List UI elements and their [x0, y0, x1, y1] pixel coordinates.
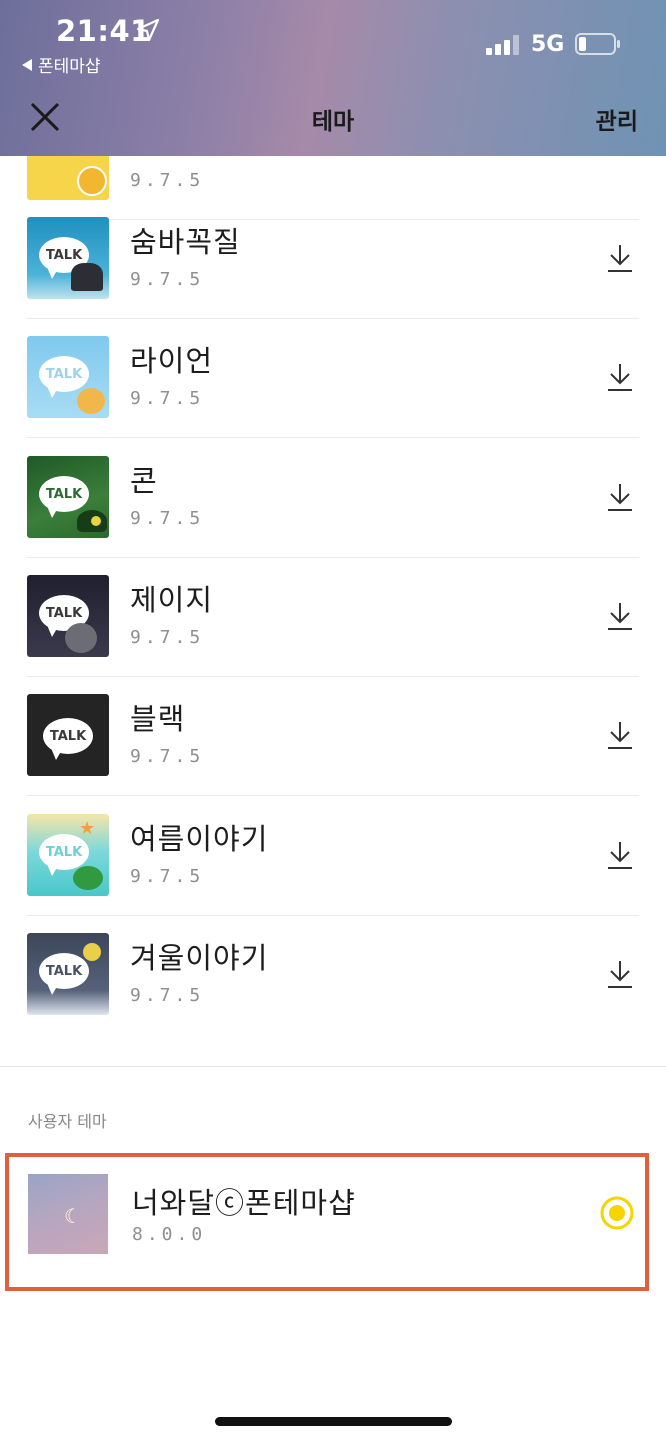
location-arrow-icon: [136, 18, 160, 42]
back-arrow-icon: [22, 58, 32, 71]
theme-row-hide-and-seek[interactable]: TALK 숨바꼭질 9.7.5: [0, 199, 666, 319]
theme-name: 겨울이야기: [130, 941, 269, 975]
theme-row-jayg[interactable]: TALK 제이지 9.7.5: [0, 557, 666, 677]
bubble-tail: [51, 748, 63, 760]
theme-thumbnail: TALK: [27, 336, 109, 418]
user-theme-section-label: 사용자 테마: [28, 1112, 107, 1131]
theme-version: 9.7.5: [130, 508, 205, 529]
signal-icon: [486, 35, 519, 55]
manage-button[interactable]: 관리: [596, 102, 638, 136]
theme-name: 라이언: [130, 344, 214, 378]
download-icon[interactable]: [606, 362, 634, 392]
download-icon[interactable]: [606, 720, 634, 750]
character-icon: [77, 510, 107, 532]
character-icon: [73, 866, 103, 890]
theme-version: 9.7.5: [130, 746, 205, 767]
theme-row-black[interactable]: TALK 블랙 9.7.5: [0, 676, 666, 796]
theme-name: 여름이야기: [130, 822, 269, 856]
theme-version: 9.7.5: [130, 269, 205, 290]
header-bar: 21:41 폰테마샵 5G 테마 관리: [0, 0, 666, 156]
theme-name: 콘: [130, 464, 158, 498]
theme-thumbnail: TALK: [27, 217, 109, 299]
theme-thumbnail: TALK: [27, 694, 109, 776]
bubble-tail: [47, 625, 59, 637]
character-eye: [91, 516, 101, 526]
character-icon: [83, 943, 101, 961]
back-to-app[interactable]: 폰테마샵: [22, 52, 101, 77]
character-icon: [71, 263, 103, 291]
page-title: 테마: [311, 109, 355, 135]
bubble-tail: [47, 506, 59, 518]
theme-thumbnail: TALK: [27, 456, 109, 538]
theme-row-summer[interactable]: TALK ★ 여름이야기 9.7.5: [0, 796, 666, 916]
theme-screen: 9.7.5 TALK 숨바꼭질 9.7.5 TALK 라이언 9.7.5 TAL…: [0, 0, 666, 1440]
back-app-label: 폰테마샵: [38, 57, 101, 77]
bubble-tail: [47, 386, 59, 398]
theme-thumbnail: TALK ★: [27, 814, 109, 896]
theme-version: 9.7.5: [130, 627, 205, 648]
home-indicator[interactable]: [215, 1417, 452, 1426]
theme-version: 9.7.5: [130, 985, 205, 1006]
battery-icon: [575, 33, 620, 55]
download-icon[interactable]: [606, 601, 634, 631]
theme-name: 블랙: [130, 702, 186, 736]
character-icon: [77, 166, 107, 196]
theme-version: 9.7.5: [130, 388, 205, 409]
bubble-tail: [47, 864, 59, 876]
theme-row-con[interactable]: TALK 콘 9.7.5: [0, 438, 666, 558]
star-icon: ★: [79, 818, 96, 839]
character-icon: [65, 623, 97, 653]
network-label: 5G: [531, 32, 565, 57]
bubble-tail: [47, 983, 59, 995]
theme-thumbnail: TALK: [27, 933, 109, 1015]
download-icon[interactable]: [606, 959, 634, 989]
theme-name: 제이지: [130, 583, 214, 617]
theme-version: 9.7.5: [130, 170, 205, 191]
section-divider: [0, 1066, 666, 1067]
download-icon[interactable]: [606, 840, 634, 870]
download-icon[interactable]: [606, 482, 634, 512]
theme-row-winter[interactable]: TALK 겨울이야기 9.7.5: [0, 915, 666, 1035]
theme-thumbnail: TALK: [27, 575, 109, 657]
theme-version: 9.7.5: [130, 866, 205, 887]
theme-row-ryan[interactable]: TALK 라이언 9.7.5: [0, 318, 666, 438]
highlight-box: [5, 1153, 649, 1291]
character-icon: [77, 388, 105, 414]
download-icon[interactable]: [606, 243, 634, 273]
theme-name: 숨바꼭질: [130, 225, 241, 259]
bubble-tail: [47, 267, 59, 279]
